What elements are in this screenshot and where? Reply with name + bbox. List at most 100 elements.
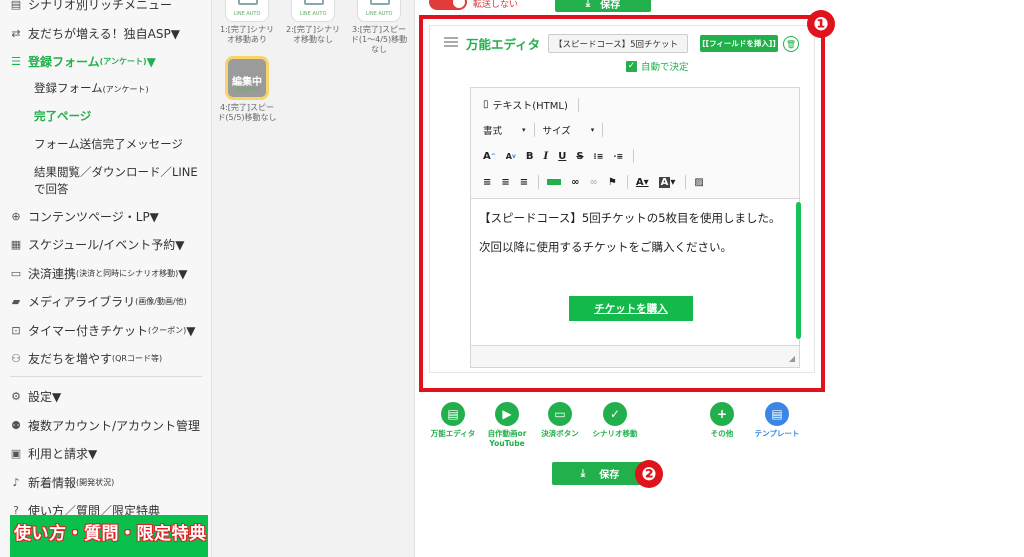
sidebar-subitem-form[interactable]: 登録フォーム(アンケート) [34,80,149,98]
add-editor-button[interactable]: ▤ 万能エディタ [423,402,483,439]
editing-badge: 編集中 [232,77,262,88]
help-banner[interactable]: 使い方・質問・限定特典 [10,515,208,557]
sidebar-item-settings[interactable]: ⚙ 設定▼ [10,388,61,405]
link-icon[interactable]: ∞ [571,177,579,188]
gear-icon: ⚙ [11,390,21,403]
unordered-list-icon[interactable]: ∙≡ [613,152,623,161]
download-icon: ⤓ [585,0,591,9]
trash-icon[interactable]: 🗑 [783,36,799,52]
sidebar-item-caret: ▼ [186,323,196,338]
subitem-note: (アンケート) [102,85,149,94]
add-scenario-move-button[interactable]: ✓ シナリオ移動 [585,402,645,439]
forward-toggle[interactable] [429,0,467,10]
sidebar-item-form[interactable]: ☰ 登録フォーム (アンケート) ▼ [10,53,156,70]
unlink-icon[interactable]: ∞ [590,177,598,188]
add-video-button[interactable]: ▶ 自作動画or YouTube [477,402,537,449]
scenario-card[interactable]: LINE AUTO 2:[完了]シナリオ移動なし [283,0,343,45]
sidebar-item-payment[interactable]: ▭ 決済連携 (決済と同時にシナリオ移動) ▼ [10,265,188,282]
sidebar-item-caret: ▼ [146,54,156,69]
sidebar-subitem-results[interactable]: 結果閲覧／ダウンロード／LINEで回答 [34,164,206,198]
doc-icon: ▯ [483,99,489,110]
check-icon: ✓ [603,402,627,426]
calendar-icon: ▦ [10,238,22,251]
top-save-button[interactable]: ⤓ 保存 [555,0,651,12]
scenario-card[interactable]: LINE AUTO 3:[完了]スピード(1〜4/5)移動なし [349,0,409,55]
editor-scrollbar[interactable] [796,202,801,339]
strikethrough-icon[interactable]: S [576,151,583,162]
content-paragraph: 次回以降に使用するチケットをご購入ください。 [479,240,732,254]
font-color-icon[interactable]: A▾ [636,177,649,188]
sidebar-item-news[interactable]: ♪ 新着情報 (開発状況) [10,474,114,491]
rich-menu-icon: ▤ [10,0,22,11]
sidebar-item-contents[interactable]: ⊕ コンテンツページ・LP▼ [10,208,159,225]
rte-statusbar: ◢ [471,345,799,367]
italic-icon[interactable]: I [544,151,549,162]
image-icon[interactable]: ▨ [694,177,703,188]
sidebar-item-label: 友だちを増やす [28,352,113,366]
html-mode-button[interactable]: ▯ テキスト(HTML) [483,97,568,112]
sidebar-item-ticket[interactable]: ⊡ タイマー付きチケット (クーポン) ▼ [10,322,196,339]
thumbnail-label: LINE AUTO [233,87,261,93]
auto-decide-checkbox[interactable]: ✓ 自動で決定 [626,59,689,73]
sidebar-item-accounts[interactable]: ⚉ 複数アカウント/アカウント管理 [10,417,200,434]
toolbar-separator [626,175,628,189]
subitem-label: 登録フォーム [34,81,103,95]
sidebar-item-asp[interactable]: ⇄ 友だちが増える！独自ASP▼ [10,25,180,42]
scenario-caption: 2:[完了]シナリオ移動なし [285,25,341,44]
save-button[interactable]: ⤓ 保存 [552,462,648,485]
sidebar-item-billing[interactable]: ▣ 利用と請求▼ [10,445,97,462]
scenario-card[interactable]: LINE AUTO 1:[完了]シナリオ移動あり [217,0,277,45]
format-select[interactable]: 書式 ▾ [483,123,526,137]
sidebar-item-label: 友だちが増える！独自ASP▼ [28,27,180,41]
scenario-thumbnail: LINE AUTO [291,0,335,22]
drag-handle-icon[interactable] [444,37,458,47]
sidebar-item-add-friends[interactable]: ⚇ 友だちを増やす (QRコード等) [10,350,162,367]
font-size-down-icon[interactable]: Av [506,152,516,161]
editor-highlight-frame: 万能エディタ 【スピードコース】5回チケット [[フィールドを挿入]] 🗑 ✓ 自… [419,15,825,392]
book-icon [304,0,324,5]
scenario-thumbnail: LINE AUTO [357,0,401,22]
insert-field-button[interactable]: [[フィールドを挿入]] [700,35,778,52]
rte-content[interactable]: 【スピードコース】5回チケットの5枚目を使用しました。 次回以降に使用するチケッ… [479,210,789,268]
sidebar-item-media[interactable]: ▰ メディアライブラリ (画像/動画/他) [10,293,187,310]
sidebar-item-note: (QRコード等) [112,354,163,363]
sidebar-subitem-complete-page[interactable]: 完了ページ [34,108,91,125]
add-other-button[interactable]: + その他 [692,402,752,439]
sidebar-item-note: (画像/動画/他) [135,297,187,306]
handshake-icon: ⇄ [11,27,21,40]
toolbar-row-insert: ≡ ≡ ≡ ∞ ∞ ⚑ A▾ A ▾ ▨ [483,175,714,189]
size-select[interactable]: サイズ ▾ [543,123,595,137]
resize-handle-icon[interactable]: ◢ [789,354,795,363]
flag-icon[interactable]: ⚑ [608,177,617,188]
editor-title-input[interactable]: 【スピードコース】5回チケット [548,34,688,53]
sidebar-subitem-complete-message[interactable]: フォーム送信完了メッセージ [34,136,183,153]
highlight-swatch: A [658,176,671,188]
add-button-label: 万能エディタ [430,429,476,438]
sidebar-item-rich-menu[interactable]: ▤ シナリオ別リッチメニュー [10,0,172,13]
add-template-button[interactable]: ▤ テンプレート [747,402,807,439]
add-button-label: 自作動画or YouTube [487,429,527,448]
button-insert-icon[interactable] [547,179,562,185]
toolbar-separator [538,175,540,189]
highlight-color-icon[interactable]: A ▾ [658,176,675,188]
ordered-list-icon[interactable]: ⁝≡ [594,152,604,161]
scenario-card-selected[interactable]: 編集中 LINE AUTO 4:[完了]スピード(5/5)移動なし [217,56,277,123]
align-left-icon[interactable]: ≡ [483,177,491,188]
save-label: 保存 [599,470,620,481]
toolbar-row-style: A ^ Av B I U S ⁝≡ ∙≡ [483,149,642,163]
sidebar-item-schedule[interactable]: ▦ スケジュール/イベント予約▼ [10,236,185,253]
add-button-label: テンプレート [754,429,800,438]
toolbar-row-mode: ▯ テキスト(HTML) [483,97,587,112]
add-payment-button[interactable]: ▭ 決済ボタン [530,402,590,439]
thumbnail-label: LINE AUTO [365,11,393,17]
align-center-icon[interactable]: ≡ [501,177,509,188]
card-icon: ▭ [10,267,22,280]
align-right-icon[interactable]: ≡ [520,177,528,188]
buy-ticket-button[interactable]: チケットを購入 [569,296,693,321]
format-select-label: 書式 [483,126,503,137]
underline-icon[interactable]: U [558,151,566,162]
download-icon: ⤓ [580,468,586,479]
save-label: 保存 [600,0,621,11]
font-size-up-icon[interactable]: A ^ [483,151,496,162]
bold-icon[interactable]: B [526,151,534,162]
